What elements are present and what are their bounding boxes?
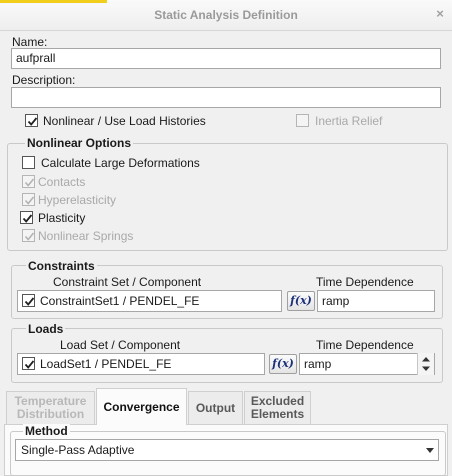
load-time-spinner[interactable] [417,353,434,375]
large-deformations-label: Calculate Large Deformations [41,156,200,170]
chevron-down-icon[interactable] [424,444,436,456]
constraint-set-field[interactable]: ConstraintSet1 / PENDEL_FE [17,290,282,312]
constraint-fx-button[interactable]: f(x) [287,291,315,311]
load-set-field[interactable]: LoadSet1 / PENDEL_FE [17,353,265,375]
checkmark-icon [24,297,35,306]
load-set-header: Load Set / Component [60,338,181,352]
constraints-title: Constraints [26,259,97,273]
plasticity-checkbox[interactable] [20,211,33,224]
triangle-down-icon[interactable] [422,366,430,372]
hyperelasticity-checkbox[interactable] [22,193,35,206]
name-label: Name: [12,35,48,49]
contacts-checkbox[interactable] [22,175,35,188]
description-input[interactable] [11,87,441,108]
nonlinear-springs-label: Nonlinear Springs [38,229,134,243]
checkmark-icon [24,196,35,205]
checkmark-icon [22,214,33,223]
hyperelasticity-label: Hyperelasticity [38,193,117,207]
constraint-set-header: Constraint Set / Component [53,275,202,289]
nonlinear-springs-checkbox[interactable] [22,229,35,242]
tab-excluded-elements[interactable]: Excluded Elements [244,391,311,424]
method-title: Method [23,424,70,438]
method-select-value: Single-Pass Adaptive [21,443,135,457]
large-deformations-checkbox[interactable] [22,156,35,169]
plasticity-label: Plasticity [38,211,86,225]
title-accent-bar [0,0,107,3]
contacts-label: Contacts [38,175,86,189]
tab-convergence[interactable]: Convergence [96,388,187,425]
close-icon[interactable]: × [433,6,447,22]
load-time-field[interactable]: ramp [299,353,435,375]
tab-temperature-distribution[interactable]: Temperature Distribution [6,391,95,424]
constraint-time-header: Time Dependence [316,275,414,289]
constraint-row-checkbox[interactable] [22,294,35,307]
load-row-checkbox[interactable] [22,357,35,370]
load-time-header: Time Dependence [316,338,414,352]
tab-output[interactable]: Output [188,391,243,424]
name-input[interactable]: aufprall [11,48,441,69]
inertia-relief-label: Inertia Relief [315,114,383,128]
load-fx-button[interactable]: f(x) [269,354,297,374]
nonlinear-label: Nonlinear / Use Load Histories [43,114,206,128]
inertia-relief-checkbox[interactable] [296,114,309,127]
nonlinear-options-title: Nonlinear Options [25,136,134,150]
description-label: Description: [12,73,76,87]
checkmark-icon [24,360,35,369]
constraint-time-field[interactable]: ramp [317,290,435,312]
checkmark-icon [24,178,35,187]
window-title: Static Analysis Definition [154,8,298,22]
triangle-up-icon[interactable] [422,357,430,362]
nonlinear-checkbox[interactable] [25,114,38,127]
loads-title: Loads [26,322,66,336]
checkmark-icon [24,232,35,241]
checkmark-icon [27,117,38,126]
method-select[interactable]: Single-Pass Adaptive [15,439,439,461]
